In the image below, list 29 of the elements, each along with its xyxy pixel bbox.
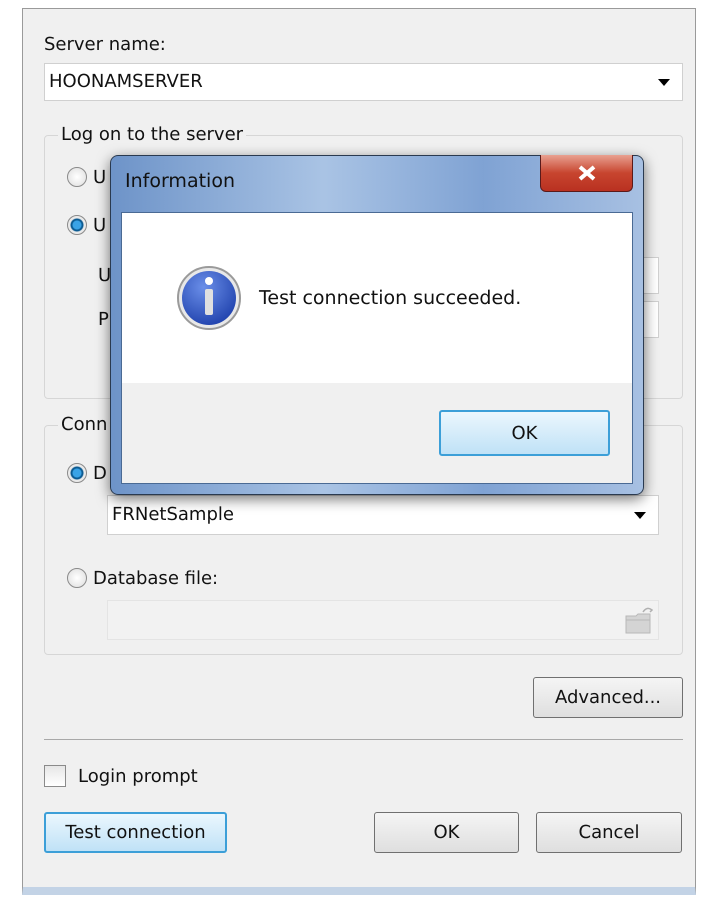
group-title: Conn [60, 413, 108, 437]
server-name-label: Server name: [44, 33, 167, 57]
folder-icon [624, 606, 654, 634]
info-icon [176, 265, 242, 331]
radio-button[interactable] [67, 215, 87, 235]
radio-label: D [93, 462, 107, 484]
advanced-button[interactable]: Advanced... [533, 677, 683, 718]
message-text: Test connection succeeded. [259, 287, 522, 309]
caret-icon [658, 78, 670, 86]
window-title: Information [125, 170, 235, 192]
checkbox-label: Login prompt [78, 766, 198, 786]
radio-label: U [93, 166, 106, 188]
dialog-button[interactable]: Cancel [536, 812, 682, 853]
close-icon [576, 165, 596, 181]
database-combo[interactable]: FRNetSample [107, 495, 659, 535]
field-label: P [98, 309, 110, 330]
dialog-button[interactable]: Test connection [44, 812, 227, 853]
radio-button[interactable] [67, 167, 87, 187]
radio-button[interactable] [67, 463, 87, 483]
checkbox[interactable] [44, 765, 66, 787]
field-label: U [98, 265, 112, 286]
radio-label: U [93, 214, 106, 236]
dialog-button[interactable]: OK [374, 812, 519, 853]
radio-label: Database file: [93, 568, 218, 588]
server-name-combo[interactable]: HOONAMSERVER [44, 63, 683, 101]
caret-icon [634, 512, 646, 518]
ok-button[interactable]: OK [439, 410, 610, 456]
close-button[interactable] [540, 155, 633, 192]
group-title: Log on to the server [60, 123, 244, 147]
